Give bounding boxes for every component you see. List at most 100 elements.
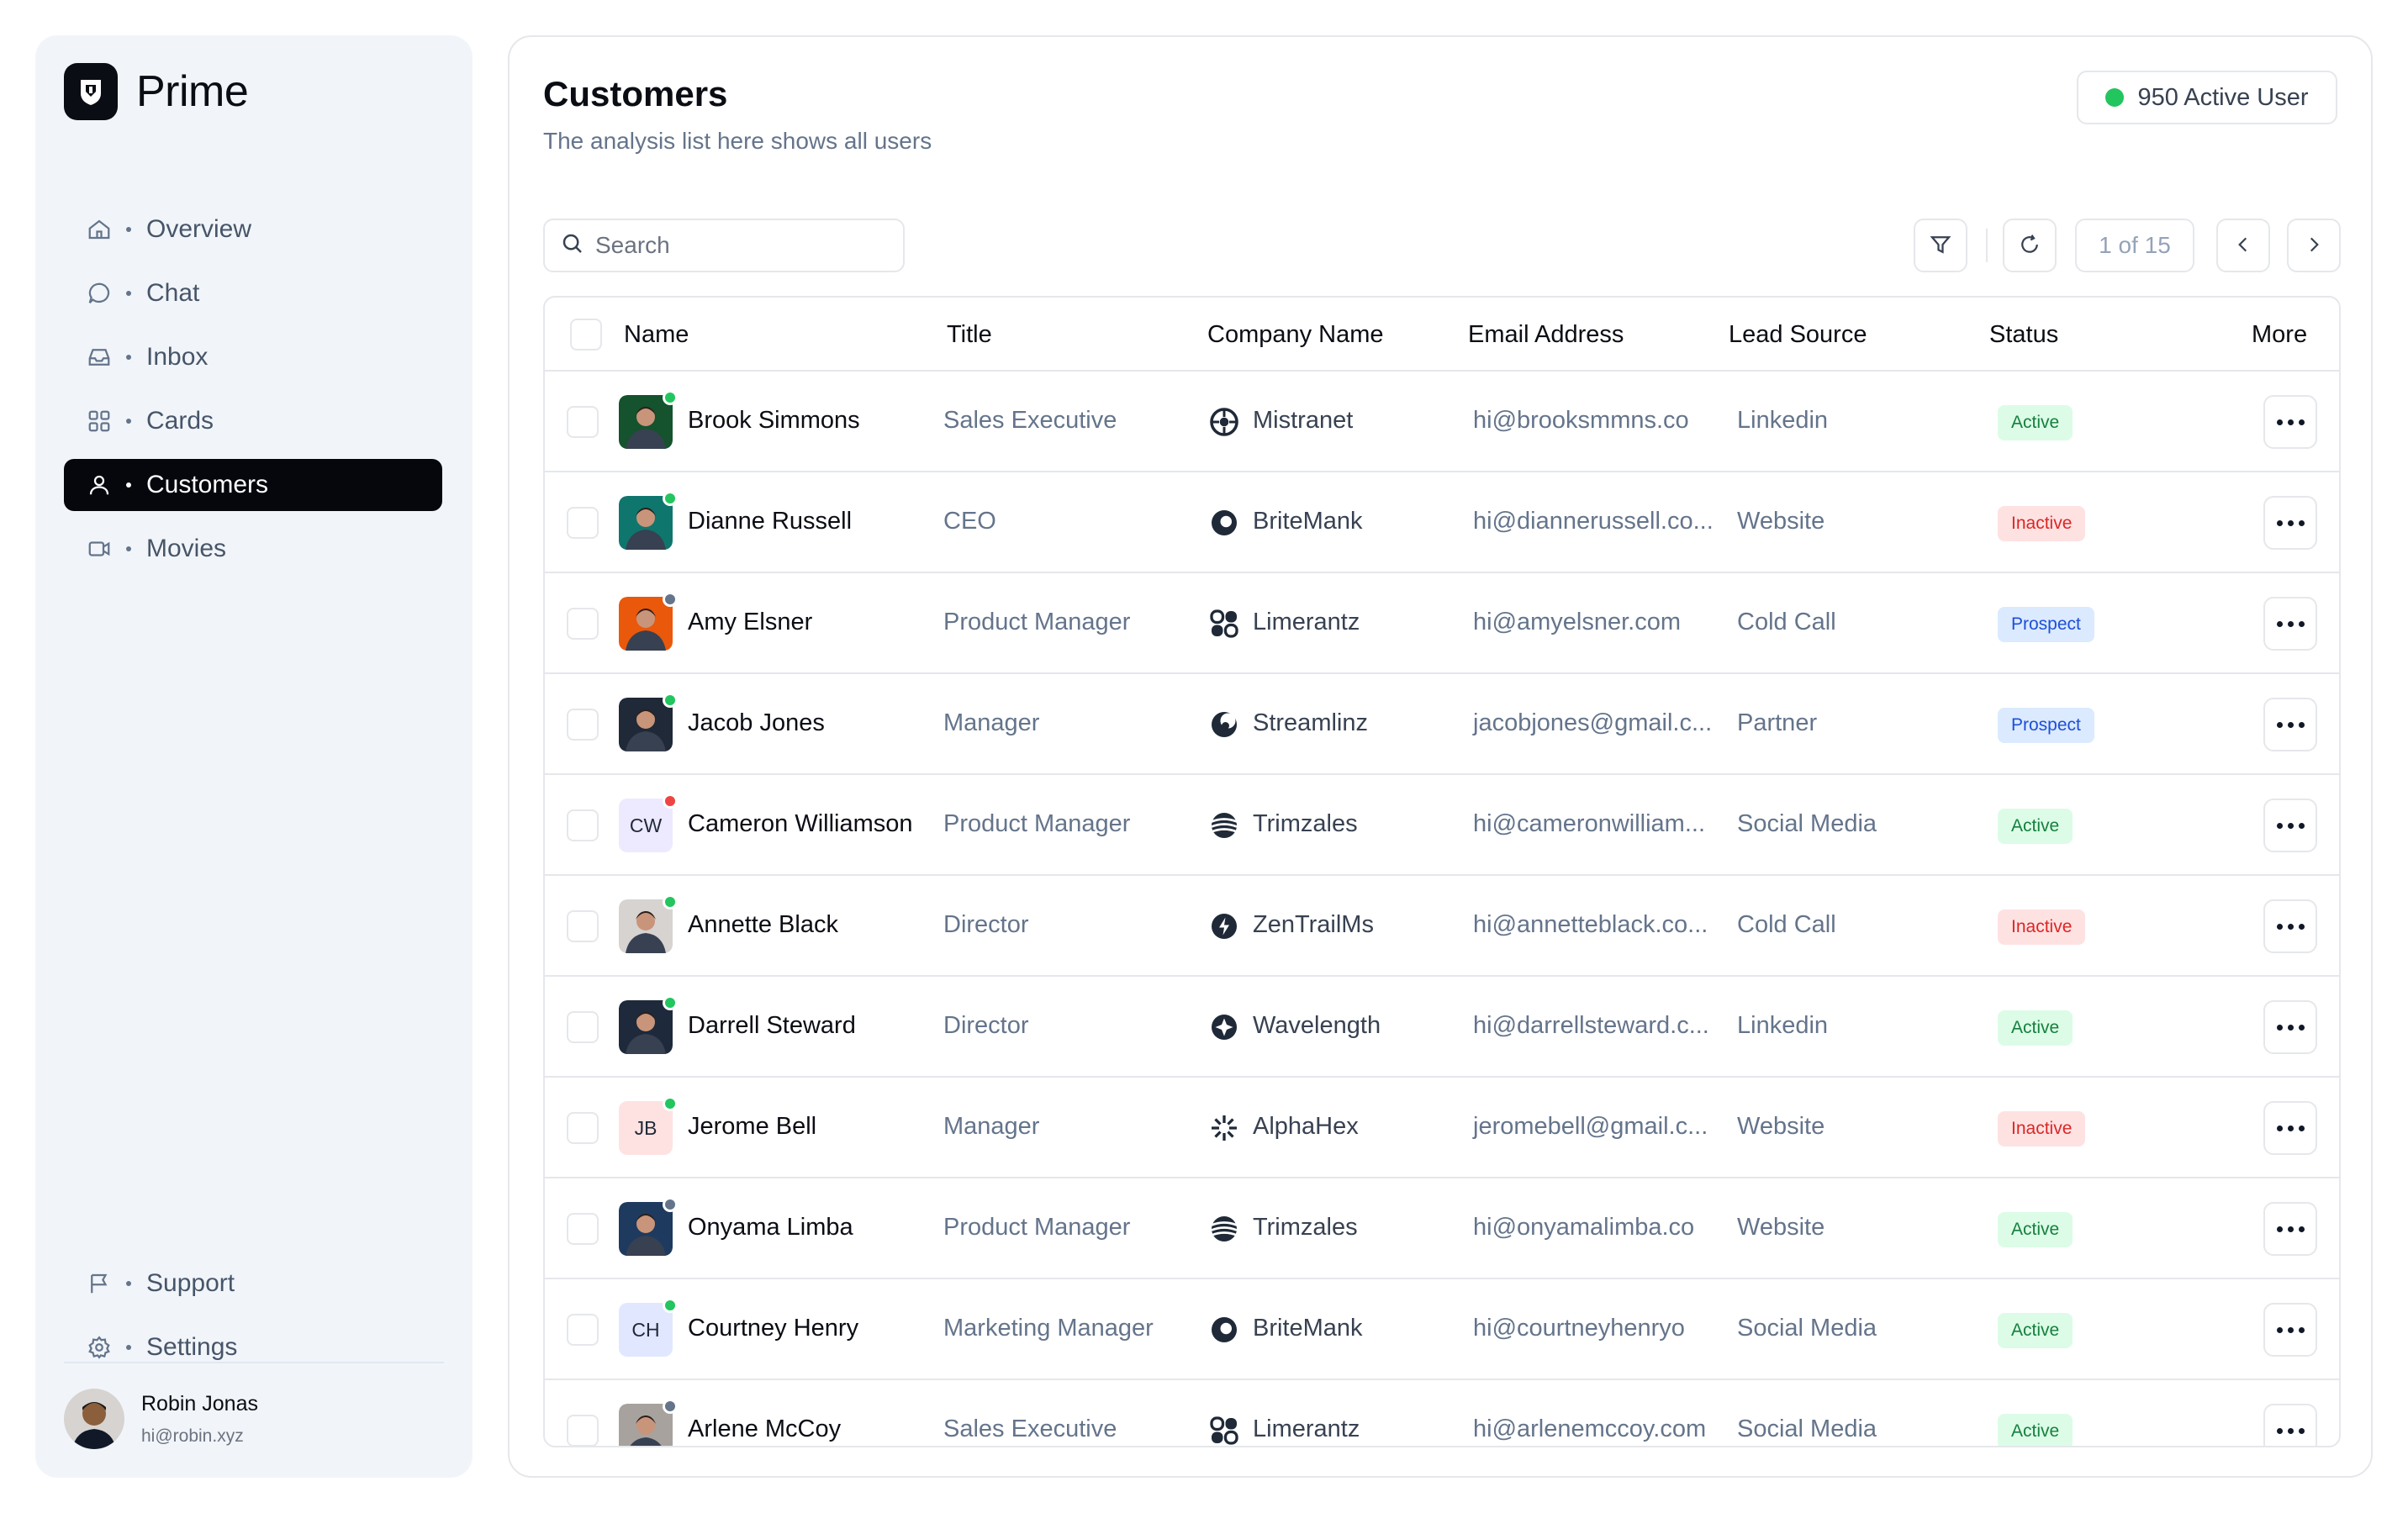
prev-page-button[interactable] bbox=[2216, 219, 2270, 272]
customer-name[interactable]: Onyama Limba bbox=[688, 1214, 853, 1242]
company-name: AlphaHex bbox=[1253, 1113, 1359, 1140]
more-actions-button[interactable] bbox=[2263, 1000, 2317, 1054]
email-address[interactable]: hi@diannerussell.co... bbox=[1473, 508, 1714, 535]
email-address[interactable]: hi@courtneyhenryo bbox=[1473, 1315, 1685, 1342]
search-input[interactable] bbox=[595, 232, 881, 259]
avatar bbox=[619, 693, 678, 751]
dot bbox=[2287, 620, 2294, 627]
row-checkbox[interactable] bbox=[567, 709, 599, 741]
row-checkbox[interactable] bbox=[567, 1011, 599, 1043]
more-actions-button[interactable] bbox=[2263, 799, 2317, 852]
search-box[interactable] bbox=[543, 219, 905, 272]
customer-name[interactable]: Brook Simmons bbox=[688, 407, 860, 435]
column-header-email[interactable]: Email Address bbox=[1468, 321, 1624, 349]
customer-name[interactable]: Arlene McCoy bbox=[688, 1415, 841, 1443]
avatar: CH bbox=[619, 1298, 678, 1357]
dot bbox=[2287, 721, 2294, 728]
more-actions-button[interactable] bbox=[2263, 1202, 2317, 1256]
select-all-checkbox[interactable] bbox=[570, 319, 602, 351]
refresh-button[interactable] bbox=[2003, 219, 2057, 272]
table-row[interactable]: CH Courtney Henry Marketing Manager Brit… bbox=[545, 1279, 2339, 1380]
email-address[interactable]: hi@cameronwilliam... bbox=[1473, 810, 1705, 838]
customer-name[interactable]: Dianne Russell bbox=[688, 508, 852, 535]
email-address[interactable]: jeromebell@gmail.c... bbox=[1473, 1113, 1708, 1141]
more-actions-button[interactable] bbox=[2263, 698, 2317, 751]
more-actions-button[interactable] bbox=[2263, 899, 2317, 953]
table-row[interactable]: CW Cameron Williamson Product Manager Tr… bbox=[545, 775, 2339, 876]
email-address[interactable]: hi@onyamalimba.co bbox=[1473, 1214, 1694, 1242]
table-row[interactable]: Brook Simmons Sales Executive Mistranet … bbox=[545, 372, 2339, 472]
table-row[interactable]: Dianne Russell CEO BriteMank hi@dianneru… bbox=[545, 472, 2339, 573]
column-header-lead-source[interactable]: Lead Source bbox=[1729, 321, 1867, 349]
nav-item-customers[interactable]: Customers bbox=[64, 459, 442, 511]
nav-item-cards[interactable]: Cards bbox=[64, 395, 442, 447]
row-checkbox[interactable] bbox=[567, 809, 599, 841]
dot bbox=[2298, 1226, 2305, 1232]
row-checkbox[interactable] bbox=[567, 1112, 599, 1144]
dot bbox=[2287, 1326, 2294, 1333]
next-page-button[interactable] bbox=[2287, 219, 2341, 272]
table-row[interactable]: Arlene McCoy Sales Executive Limerantz h… bbox=[545, 1380, 2339, 1446]
filter-button[interactable] bbox=[1914, 219, 1967, 272]
table-row[interactable]: Jacob Jones Manager Streamlinz jacobjone… bbox=[545, 674, 2339, 775]
table-row[interactable]: JB Jerome Bell Manager AlphaHex jeromebe… bbox=[545, 1078, 2339, 1178]
row-checkbox[interactable] bbox=[567, 406, 599, 438]
email-address[interactable]: hi@arlenemccoy.com bbox=[1473, 1415, 1706, 1443]
row-checkbox[interactable] bbox=[567, 507, 599, 539]
column-header-status[interactable]: Status bbox=[1989, 321, 2058, 349]
customer-name[interactable]: Jerome Bell bbox=[688, 1113, 816, 1141]
nav-item-settings[interactable]: Settings bbox=[64, 1321, 442, 1373]
column-header-more: More bbox=[2252, 321, 2308, 348]
column-header-company[interactable]: Company Name bbox=[1207, 321, 1384, 349]
nav-item-support[interactable]: Support bbox=[64, 1257, 442, 1310]
more-actions-button[interactable] bbox=[2263, 1303, 2317, 1357]
email-address[interactable]: hi@brooksmmns.co bbox=[1473, 407, 1689, 435]
grid-icon bbox=[86, 408, 113, 435]
customer-title: Sales Executive bbox=[943, 407, 1117, 434]
gear-icon bbox=[86, 1334, 113, 1361]
column-header-name[interactable]: Name bbox=[624, 321, 689, 349]
row-checkbox[interactable] bbox=[567, 1415, 599, 1446]
email-address[interactable]: hi@annetteblack.co... bbox=[1473, 911, 1708, 939]
dot bbox=[2298, 1427, 2305, 1434]
presence-dot-icon bbox=[663, 491, 678, 506]
table-row[interactable]: Annette Black Director ZenTrailMs hi@ann… bbox=[545, 876, 2339, 977]
customer-name[interactable]: Annette Black bbox=[688, 911, 838, 939]
more-actions-button[interactable] bbox=[2263, 1404, 2317, 1446]
customer-name[interactable]: Amy Elsner bbox=[688, 609, 812, 636]
status-badge: Inactive bbox=[1998, 1111, 2086, 1147]
customer-name[interactable]: Courtney Henry bbox=[688, 1315, 858, 1342]
more-actions-button[interactable] bbox=[2263, 395, 2317, 449]
email-address[interactable]: hi@darrellsteward.c... bbox=[1473, 1012, 1709, 1040]
nav-item-movies[interactable]: Movies bbox=[64, 523, 442, 575]
row-checkbox[interactable] bbox=[567, 608, 599, 640]
avatar bbox=[619, 894, 678, 953]
row-checkbox[interactable] bbox=[567, 910, 599, 942]
nav-item-overview[interactable]: Overview bbox=[64, 203, 442, 256]
row-checkbox[interactable] bbox=[567, 1213, 599, 1245]
customer-name[interactable]: Jacob Jones bbox=[688, 709, 825, 737]
user-profile[interactable]: Robin Jonas hi@robin.xyz bbox=[64, 1389, 258, 1449]
nav-item-chat[interactable]: Chat bbox=[64, 267, 442, 319]
home-icon bbox=[86, 216, 113, 243]
email-address[interactable]: hi@amyelsner.com bbox=[1473, 609, 1681, 636]
dot bbox=[2298, 1125, 2305, 1131]
nav-label: Settings bbox=[146, 1333, 238, 1361]
row-checkbox[interactable] bbox=[567, 1314, 599, 1346]
more-actions-button[interactable] bbox=[2263, 597, 2317, 651]
active-users-badge: 950 Active User bbox=[2077, 71, 2337, 124]
email-address[interactable]: jacobjones@gmail.c... bbox=[1473, 709, 1712, 737]
company-name: Mistranet bbox=[1253, 407, 1354, 434]
table-row[interactable]: Darrell Steward Director Wavelength hi@d… bbox=[545, 977, 2339, 1078]
more-actions-button[interactable] bbox=[2263, 1101, 2317, 1155]
more-actions-button[interactable] bbox=[2263, 496, 2317, 550]
customer-name[interactable]: Cameron Williamson bbox=[688, 810, 913, 838]
table-row[interactable]: Onyama Limba Product Manager Trimzales h… bbox=[545, 1178, 2339, 1279]
nav-item-inbox[interactable]: Inbox bbox=[64, 331, 442, 383]
dot bbox=[2298, 721, 2305, 728]
customer-name[interactable]: Darrell Steward bbox=[688, 1012, 856, 1040]
table-row[interactable]: Amy Elsner Product Manager Limerantz hi@… bbox=[545, 573, 2339, 674]
dot bbox=[2298, 620, 2305, 627]
column-header-title[interactable]: Title bbox=[947, 321, 992, 349]
brand[interactable]: Prime bbox=[64, 63, 249, 120]
